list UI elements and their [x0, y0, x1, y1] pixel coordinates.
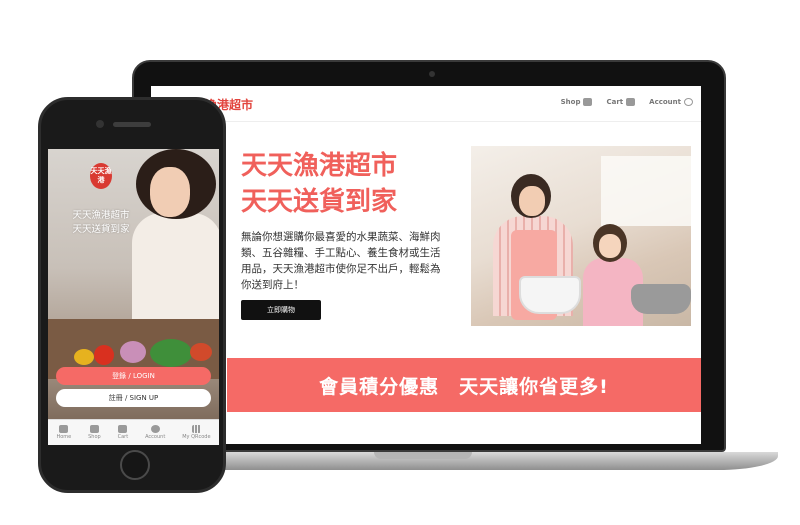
login-button[interactable]: 登錄 / LOGIN — [56, 367, 211, 385]
app-tagline: 天天漁港超市 天天送貨到家 — [48, 209, 154, 237]
promo-banner[interactable]: 會員積分優惠 天天讓你省更多! — [227, 358, 701, 412]
tab-cart[interactable]: Cart — [117, 425, 129, 440]
hero-photo — [471, 146, 691, 326]
phone-speaker — [113, 122, 151, 127]
hero-title-line2: 天天送貨到家 — [241, 187, 398, 217]
phone-camera — [96, 120, 104, 128]
cart-icon — [626, 98, 636, 106]
phone-photo-pepper-yellow — [74, 349, 94, 365]
photo-pan — [631, 284, 691, 314]
phone-home-button[interactable] — [120, 450, 150, 480]
site-header: 天天漁港超市 Shop Cart Account — [151, 86, 701, 122]
app-tagline-line1: 天天漁港超市 — [72, 210, 130, 221]
tab-account[interactable]: Account — [145, 425, 165, 440]
phone-photo-woman-face — [150, 167, 190, 217]
app-tagline-line2: 天天送貨到家 — [72, 224, 130, 235]
nav-account[interactable]: Account — [649, 98, 693, 106]
tab-qrcode[interactable]: My QRcode — [182, 425, 211, 440]
account-icon — [684, 98, 693, 106]
nav-cart-label: Cart — [606, 98, 624, 106]
laptop-screen: 天天漁港超市 Shop Cart Account 天天漁港超市 天天送貨到家 無… — [151, 86, 701, 444]
phone-photo-tomato — [94, 345, 114, 365]
photo-window — [601, 156, 691, 226]
shop-icon — [583, 98, 593, 106]
tab-home[interactable]: Home — [56, 425, 71, 440]
bottom-tab-bar: Home Shop Cart Account My QRcode — [48, 419, 219, 445]
signup-button[interactable]: 註冊 / SIGN UP — [56, 389, 211, 407]
qrcode-icon — [191, 425, 201, 433]
hero-title: 天天漁港超市 天天送貨到家 — [241, 148, 397, 220]
account-icon — [150, 425, 160, 433]
tab-home-label: Home — [56, 434, 72, 440]
nav-cart[interactable]: Cart — [606, 98, 636, 106]
tab-shop-label: Shop — [88, 434, 101, 440]
photo-child-face — [599, 234, 621, 258]
hero-description: 無論你想選購你最喜愛的水果蔬菜、海鮮肉類、五谷雜糧、手工點心、養生食材或生活用品… — [241, 231, 441, 291]
laptop-notch — [374, 452, 472, 459]
shop-icon — [89, 425, 99, 433]
tab-account-label: Account — [145, 434, 166, 440]
tab-shop[interactable]: Shop — [88, 425, 101, 440]
shop-now-button[interactable]: 立即購物 — [241, 300, 321, 320]
phone-screen: 天天漁港 天天漁港超市 天天送貨到家 登錄 / LOGIN 註冊 / SIGN … — [48, 149, 219, 445]
tab-cart-label: Cart — [117, 434, 129, 440]
photo-mother-face — [519, 186, 545, 216]
cart-icon — [118, 425, 128, 433]
home-icon — [59, 425, 69, 433]
site-nav: Shop Cart Account — [561, 98, 693, 106]
phone-photo-cabbage — [120, 341, 146, 363]
phone-photo-pepper-red — [190, 343, 212, 361]
phone-photo-broccoli — [150, 339, 192, 367]
hero-title-line1: 天天漁港超市 — [241, 151, 398, 181]
app-logo: 天天漁港 — [90, 163, 112, 189]
tab-qrcode-label: My QRcode — [182, 434, 211, 440]
laptop-camera — [429, 71, 435, 77]
nav-shop-label: Shop — [560, 98, 581, 106]
nav-shop[interactable]: Shop — [561, 98, 593, 106]
photo-pot — [519, 276, 581, 314]
nav-account-label: Account — [649, 98, 681, 106]
